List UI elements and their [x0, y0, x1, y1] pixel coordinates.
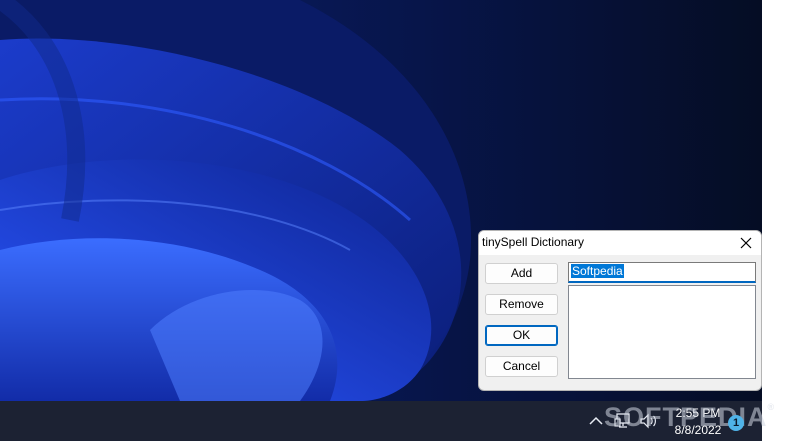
- dialog-title: tinySpell Dictionary: [482, 235, 585, 249]
- close-button[interactable]: [737, 234, 755, 252]
- dictionary-word-list[interactable]: [568, 285, 756, 379]
- watermark-registered-mark: ®: [767, 402, 776, 412]
- word-input[interactable]: Softpedia: [568, 262, 756, 283]
- word-input-selected-text: Softpedia: [571, 264, 624, 278]
- add-button[interactable]: Add: [485, 263, 558, 284]
- tinyspell-dictionary-dialog: tinySpell Dictionary Add Remove OK Cance…: [478, 230, 762, 391]
- watermark-text: SOFTPEDIA: [604, 402, 768, 432]
- remove-button[interactable]: Remove: [485, 294, 558, 315]
- dialog-titlebar[interactable]: tinySpell Dictionary: [479, 231, 761, 255]
- softpedia-watermark: SOFTPEDIA®: [604, 402, 775, 433]
- notification-count-badge[interactable]: 1: [728, 415, 744, 431]
- ok-button[interactable]: OK: [485, 325, 558, 346]
- screen: 2:55 PM 8/8/2022 SOFTPEDIA® 1 tinySpell …: [0, 0, 786, 447]
- cancel-button[interactable]: Cancel: [485, 356, 558, 377]
- chevron-up-icon: [589, 416, 603, 425]
- close-icon: [740, 237, 752, 249]
